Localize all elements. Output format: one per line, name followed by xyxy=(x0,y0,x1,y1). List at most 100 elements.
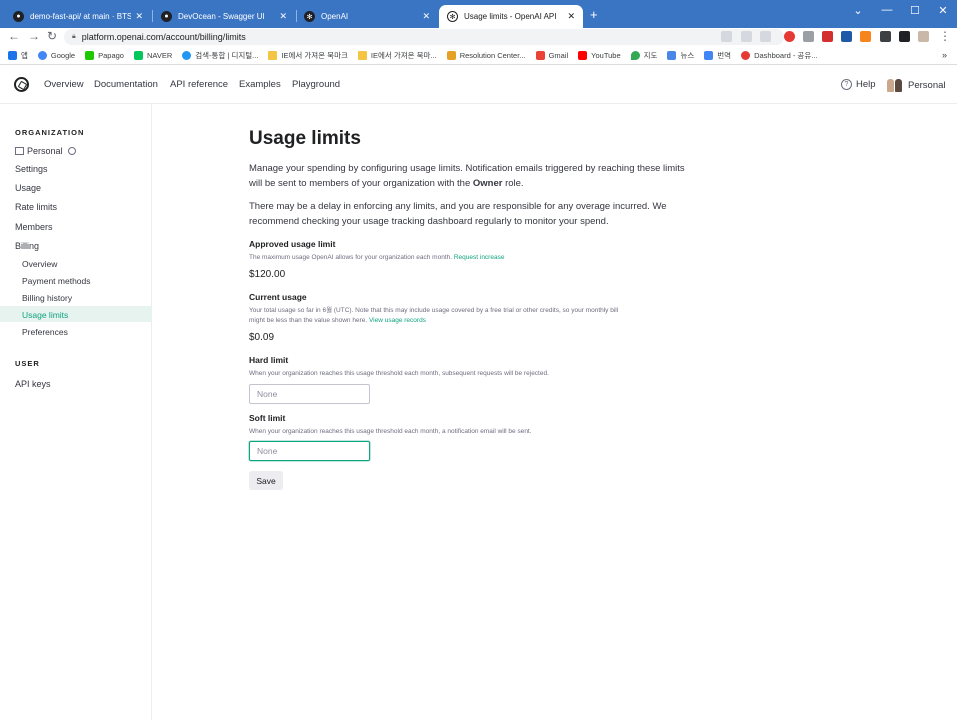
nav-playground[interactable]: Playground xyxy=(292,79,340,90)
reload-icon[interactable]: ↻ xyxy=(47,29,57,43)
translate-icon[interactable] xyxy=(721,31,732,42)
nav-examples[interactable]: Examples xyxy=(239,79,281,90)
adblock-icon[interactable] xyxy=(784,31,795,42)
close-icon[interactable]: ✕ xyxy=(279,11,287,22)
org-name: Personal xyxy=(27,146,63,156)
sidebar: ORGANIZATION Personal Settings Usage Rat… xyxy=(0,104,152,720)
sidebar-item-rate-limits[interactable]: Rate limits xyxy=(15,202,57,212)
sidebar-item-billing[interactable]: Billing xyxy=(15,241,39,251)
owner-role: Owner xyxy=(472,178,503,189)
bookmark-folder[interactable]: IE에서 가져온 북마... xyxy=(357,50,437,61)
browser-tab[interactable]: ● DevOcean - Swagger UI ✕ xyxy=(153,5,295,28)
bookmark-star-icon[interactable] xyxy=(760,31,771,42)
shopping-bag-icon xyxy=(446,50,456,60)
sidebar-item-billing-history[interactable]: Billing history xyxy=(22,293,72,303)
bookmark-item[interactable]: YouTube xyxy=(578,50,621,60)
account-menu[interactable]: Personal xyxy=(887,79,946,92)
puzzle-icon[interactable] xyxy=(880,31,891,42)
address-bar[interactable]: 🔒︎ platform.openai.com/account/billing/l… xyxy=(64,29,784,45)
nav-overview[interactable]: Overview xyxy=(44,79,84,90)
approved-limit-value: $120.00 xyxy=(249,269,286,280)
browser-tab-active[interactable]: ✻ Usage limits - OpenAI API ✕ xyxy=(439,5,583,28)
sidebar-item-payment-methods[interactable]: Payment methods xyxy=(22,276,91,286)
hard-limit-hint: When your organization reaches this usag… xyxy=(249,370,549,377)
sidebar-item-api-keys[interactable]: API keys xyxy=(15,379,51,389)
forward-icon[interactable]: → xyxy=(28,29,40,43)
sidebar-item-usage-limits[interactable]: Usage limits xyxy=(22,310,68,320)
delay-note: There may be a delay in enforcing any li… xyxy=(249,201,667,227)
view-usage-records-link[interactable]: View usage records xyxy=(369,317,426,324)
tab-search-icon[interactable]: ⌄ xyxy=(843,4,873,17)
translate-icon xyxy=(704,50,714,60)
clock-icon xyxy=(67,147,76,155)
tab-title: OpenAI xyxy=(321,12,349,21)
soft-limit-input[interactable] xyxy=(249,441,370,461)
youtube-icon xyxy=(578,50,588,60)
org-switcher[interactable]: Personal xyxy=(15,146,76,156)
bookmark-item[interactable]: 번역 xyxy=(704,50,731,61)
bookmark-item[interactable]: NAVER xyxy=(133,50,172,60)
browser-tab[interactable]: ✻ OpenAI ✕ xyxy=(296,5,438,28)
sidepanel-icon[interactable] xyxy=(899,31,910,42)
minimize-icon[interactable]: — xyxy=(872,4,902,16)
approved-limit-hint: The maximum usage OpenAI allows for your… xyxy=(249,254,505,261)
back-icon[interactable]: ← xyxy=(8,29,20,43)
help-circle-icon: ? xyxy=(841,79,852,90)
sidebar-item-billing-overview[interactable]: Overview xyxy=(22,259,57,269)
metamask-icon[interactable] xyxy=(860,31,871,42)
openai-logo-icon[interactable] xyxy=(14,77,29,92)
url-text: platform.openai.com/account/billing/limi… xyxy=(81,32,246,42)
menu-icon[interactable]: ⋮ xyxy=(939,29,951,43)
openai-icon: ✻ xyxy=(447,11,458,22)
close-icon[interactable]: ✕ xyxy=(422,11,430,22)
bookmark-item[interactable]: Papago xyxy=(85,50,124,60)
current-usage-value: $0.09 xyxy=(249,332,275,343)
maps-icon xyxy=(630,50,640,60)
organization-icon xyxy=(15,147,24,155)
close-icon[interactable]: ✕ xyxy=(135,11,143,22)
bookmark-item[interactable]: 뉴스 xyxy=(667,50,694,61)
nav-documentation[interactable]: Documentation xyxy=(94,79,158,90)
papago-icon xyxy=(85,50,95,60)
app-header: Overview Documentation API reference Exa… xyxy=(0,66,957,104)
chevron-right-icon[interactable]: » xyxy=(942,50,947,60)
pdf-icon[interactable] xyxy=(822,31,833,42)
bookmark-item[interactable]: 지도 xyxy=(630,50,657,61)
bookmark-item[interactable]: Dashboard - 공유... xyxy=(741,50,818,61)
bookmark-item[interactable]: 앱 xyxy=(8,50,28,61)
request-increase-link[interactable]: Request increase xyxy=(454,254,505,261)
hard-limit-input[interactable] xyxy=(249,384,370,404)
page-title: Usage limits xyxy=(249,128,361,149)
profile-icon[interactable] xyxy=(918,31,929,42)
camera-icon[interactable] xyxy=(803,31,814,42)
sidebar-item-members[interactable]: Members xyxy=(15,222,53,232)
naver-icon xyxy=(133,50,143,60)
bookmark-item[interactable]: Resolution Center... xyxy=(446,50,526,60)
sidebar-item-usage[interactable]: Usage xyxy=(15,183,41,193)
bookmark-item[interactable]: 검색-통합 | 디지털... xyxy=(182,50,258,61)
close-icon[interactable]: ✕ xyxy=(567,11,575,22)
maximize-icon[interactable]: ☐ xyxy=(900,4,930,17)
dashboard-icon xyxy=(741,50,751,60)
help-button[interactable]: ? Help xyxy=(841,79,876,90)
share-icon[interactable] xyxy=(741,31,752,42)
sidebar-item-settings[interactable]: Settings xyxy=(15,164,48,174)
hard-limit-label: Hard limit xyxy=(249,355,289,365)
bookmark-item[interactable]: Google xyxy=(37,50,75,60)
sidebar-item-preferences[interactable]: Preferences xyxy=(22,327,68,337)
account-label: Personal xyxy=(908,80,946,91)
openai-icon: ✻ xyxy=(304,11,315,22)
window-close-icon[interactable]: ✕ xyxy=(928,4,957,17)
bookmark-item[interactable]: Gmail xyxy=(535,50,568,60)
bookmark-folder[interactable]: IE에서 가져온 북마크 xyxy=(268,50,348,61)
news-icon xyxy=(667,50,677,60)
google-icon xyxy=(37,50,47,60)
soft-limit-label: Soft limit xyxy=(249,413,286,423)
devocean-icon: ● xyxy=(161,11,172,22)
new-tab-button[interactable]: + xyxy=(590,7,598,22)
nav-api-reference[interactable]: API reference xyxy=(170,79,228,90)
browser-tab[interactable]: ● demo-fast-api/ at main · BTSQ... ✕ xyxy=(5,5,151,28)
extension-icon[interactable] xyxy=(841,31,852,42)
avatar xyxy=(887,79,902,92)
save-button[interactable]: Save xyxy=(249,471,283,490)
